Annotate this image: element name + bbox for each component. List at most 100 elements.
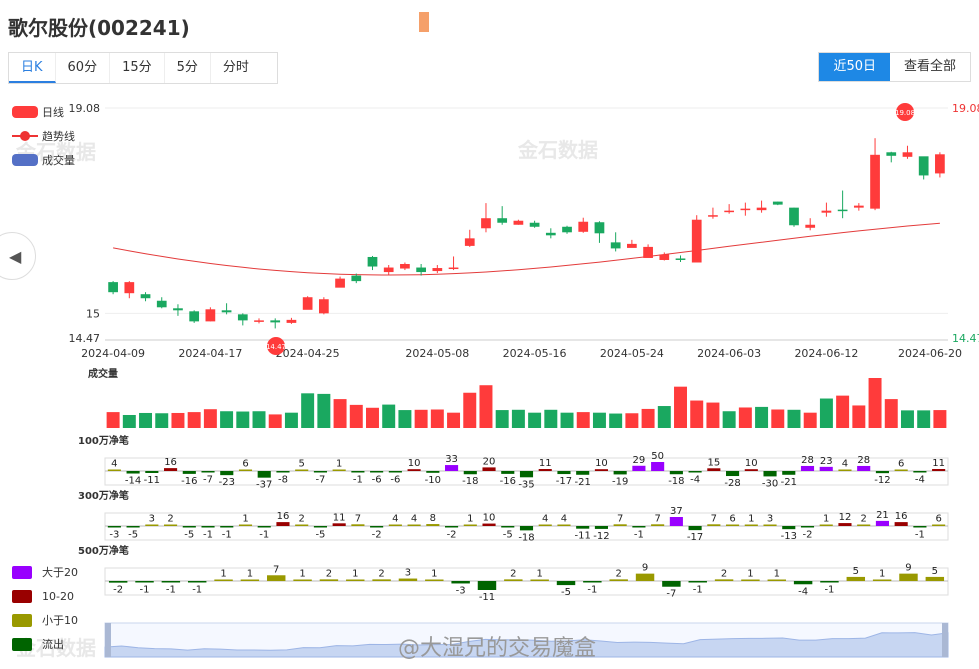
volume-bar [349,404,363,428]
flow-bar-label: 7 [355,513,361,524]
x-tick-label: 2024-06-03 [697,347,761,360]
flow-bar [426,471,440,473]
candle-body [221,310,232,313]
flow-bar [407,524,421,526]
flow-bar [651,462,665,471]
flow-bar [293,579,312,581]
volume-bar [755,406,769,428]
flow-bar-label: 1 [747,569,753,580]
flow-bar-label: 1 [467,514,473,525]
x-tick-label: 2024-05-08 [405,347,469,360]
flow-bar-label: -7 [666,589,676,600]
right-label-bottom: 14.47 [952,332,979,345]
candle-body [740,208,751,211]
flow-bar-label: 1 [536,569,542,580]
flow-bar-label: -5 [315,530,325,541]
volume-bar [447,412,461,428]
legend-lt10[interactable]: 小于10 [12,608,78,632]
volume-bar [495,410,509,428]
flow-bar [613,471,627,475]
candle-body [870,154,880,209]
flow-bar-label: -11 [144,475,160,486]
legend-outflow[interactable]: 流出 [12,632,78,656]
flow-bar [857,465,871,471]
flow-bar [538,469,552,471]
candle-body [610,242,621,249]
legend-candle[interactable]: 日线 [12,100,75,124]
volume-bar [868,378,882,428]
volume-swatch-icon [12,154,38,166]
volume-bar [220,411,234,428]
volume-bar [803,412,817,428]
flow-bar-label: -19 [612,476,628,487]
flow-bar [351,471,365,473]
candle-body [853,205,864,208]
flow-bar-label: 4 [111,459,117,470]
legend-volume[interactable]: 成交量 [12,148,75,172]
flow-bar-label: -8 [278,475,288,486]
flow-panel-title: 500万净笔 [78,544,129,557]
flow-bar [857,524,871,526]
flow-bar-label: 6 [729,514,735,525]
flow-bar [767,579,786,581]
volume-bar [641,408,655,428]
flow-bar [782,471,796,475]
flow-bar [913,471,927,473]
flow-bar [107,469,121,471]
volume-bar [722,411,736,428]
flow-bar-label: 3 [767,514,773,525]
flow-bar-label: -28 [724,478,740,489]
navigator-handle-right [942,623,948,657]
flow-bar [576,471,590,475]
flow-bar [477,581,497,590]
candle-body [318,299,329,314]
flow-bar [257,526,271,528]
flow-bar-label: -1 [915,530,925,541]
flow-bar-label: 2 [510,568,516,579]
flow-bar [763,524,777,526]
flow-bar [108,581,128,583]
candle-body [805,224,816,228]
candle-body [400,264,410,269]
flow-bar-label: 12 [839,512,852,523]
volume-bar [576,412,590,428]
flow-bar-label: -7 [203,475,213,486]
flow-bar-label: 2 [721,568,727,579]
flow-bar [714,579,734,581]
x-tick-label: 2024-06-20 [898,347,962,360]
flow-bar-label: 2 [616,568,622,579]
flow-bar [426,524,440,526]
flow-bar-label: 1 [336,459,342,470]
flow-bar-label: 4 [411,514,417,525]
legend-gt20[interactable]: 大于20 [12,560,78,584]
flow-bar [669,517,683,526]
flow-bar [932,469,946,471]
flow-bar [556,581,576,586]
volume-bar [284,412,298,428]
mid-swatch-icon [12,589,32,603]
legend-trend[interactable]: 趋势线 [12,124,75,148]
flow-bar-label: -1 [140,585,150,596]
legend-10-20[interactable]: 10-20 [12,584,78,608]
volume-bar [398,410,412,428]
gt20-swatch-icon [12,565,32,579]
flow-bar-label: -18 [668,476,684,487]
flow-bar-label: -6 [372,475,382,486]
volume-bar [657,406,671,428]
volume-bar [933,410,947,428]
candle-body [513,220,524,225]
flow-bar-label: 5 [932,566,938,577]
flow-bar-label: -10 [425,475,441,486]
flow-bar-label: 2 [167,514,173,525]
candle-swatch-icon [12,106,38,118]
candle-body [497,218,508,223]
flow-bar-label: 7 [654,513,660,524]
flow-bar-label: 4 [392,514,398,525]
flow-bar-label: -11 [575,531,591,542]
flow-bar [370,526,384,528]
candle-body [691,219,702,263]
candle-body [335,278,345,288]
volume-bar [106,412,120,428]
flow-bar-label: -35 [518,479,534,490]
flow-bar [398,578,418,581]
